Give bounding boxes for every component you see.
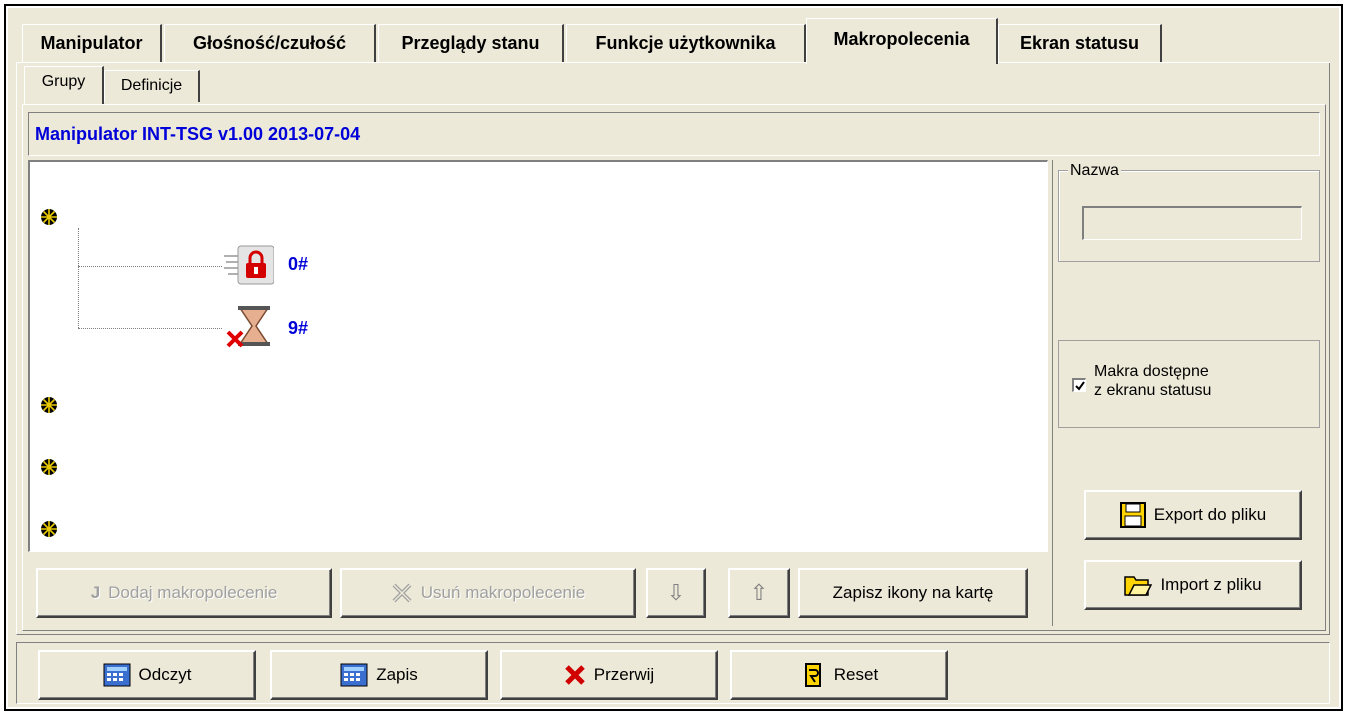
subtab-strip-line (22, 104, 1324, 105)
add-macro-button-label: Dodaj makropolecenie (108, 583, 278, 602)
group-bullet-icon[interactable] (40, 458, 58, 476)
tree-item-label: 9# (288, 318, 309, 338)
reset-button[interactable]: Reset (730, 650, 948, 700)
move-up-button[interactable]: ⇧ (728, 568, 790, 618)
read-button-label: Odczyt (138, 665, 192, 684)
subtab-groups[interactable]: Grupy (24, 66, 104, 104)
write-device-icon (340, 663, 368, 687)
macros-access-label-line1: Makra dostępne (1094, 363, 1209, 380)
tree-item-label: 0# (288, 254, 309, 274)
name-field[interactable] (1082, 206, 1302, 240)
macro-tree[interactable]: 0# 9# (28, 160, 1048, 552)
remove-macro-button-label: Usuń makropolecenie (420, 583, 586, 602)
group-bullet-icon[interactable] (40, 396, 58, 414)
group-bullet-icon[interactable] (40, 208, 58, 226)
timer-cancel-icon (226, 306, 270, 348)
name-group-label: Nazwa (1068, 162, 1121, 180)
add-macro-icon: J (90, 583, 101, 602)
floppy-disk-icon (1119, 502, 1146, 528)
tab-strip-line (16, 62, 1330, 63)
tab-volume-sensitivity[interactable]: Głośność/czułość (164, 24, 376, 62)
arm-lock-icon (224, 245, 274, 285)
reset-icon (800, 662, 826, 688)
abort-button[interactable]: Przerwij (500, 650, 718, 700)
arrow-down-icon: ⇩ (666, 580, 686, 605)
tab-status-screen[interactable]: Ekran statusu (998, 24, 1162, 62)
tree-connector (78, 328, 222, 329)
device-title: Manipulator INT-TSG v1.00 2013-07-04 (28, 112, 1320, 156)
group-bullet-icon[interactable] (40, 520, 58, 538)
tree-connector (78, 228, 79, 328)
read-device-icon (103, 663, 131, 687)
tree-item[interactable]: 9# (222, 304, 382, 350)
check-icon (1075, 381, 1085, 391)
export-button[interactable]: Export do pliku (1084, 490, 1302, 540)
reset-button-label: Reset (833, 665, 879, 684)
remove-macro-button[interactable]: Usuń makropolecenie (340, 568, 636, 618)
tab-manipulator[interactable]: Manipulator (22, 24, 162, 62)
save-icons-to-card-button[interactable]: Zapisz ikony na kartę (798, 568, 1028, 618)
tree-connector (78, 266, 222, 267)
add-macro-button[interactable]: J Dodaj makropolecenie (36, 568, 332, 618)
arrow-up-icon: ⇧ (749, 580, 769, 605)
macros-access-checkbox[interactable] (1072, 378, 1086, 392)
write-button[interactable]: Zapis (270, 650, 488, 700)
subtab-definitions[interactable]: Definicje (104, 70, 200, 102)
write-button-label: Zapis (376, 665, 418, 684)
read-button[interactable]: Odczyt (38, 650, 256, 700)
import-button-label: Import z pliku (1160, 575, 1262, 594)
delete-x-icon (391, 582, 413, 604)
tree-item[interactable]: 0# (222, 244, 382, 286)
tab-status-views[interactable]: Przeglądy stanu (378, 24, 564, 62)
red-x-icon (564, 664, 586, 686)
open-folder-icon (1124, 574, 1153, 596)
macros-access-label-line2: z ekranu statusu (1094, 382, 1212, 399)
macros-access-label[interactable]: Makra dostępne z ekranu statusu (1094, 362, 1211, 400)
tab-user-functions[interactable]: Funkcje użytkownika (566, 24, 806, 62)
move-down-button[interactable]: ⇩ (646, 568, 706, 618)
import-button[interactable]: Import z pliku (1084, 560, 1302, 610)
tab-macros[interactable]: Makropolecenia (806, 18, 998, 64)
save-icons-button-label: Zapisz ikony na kartę (832, 583, 994, 602)
abort-button-label: Przerwij (593, 665, 655, 684)
export-button-label: Export do pliku (1153, 505, 1267, 524)
